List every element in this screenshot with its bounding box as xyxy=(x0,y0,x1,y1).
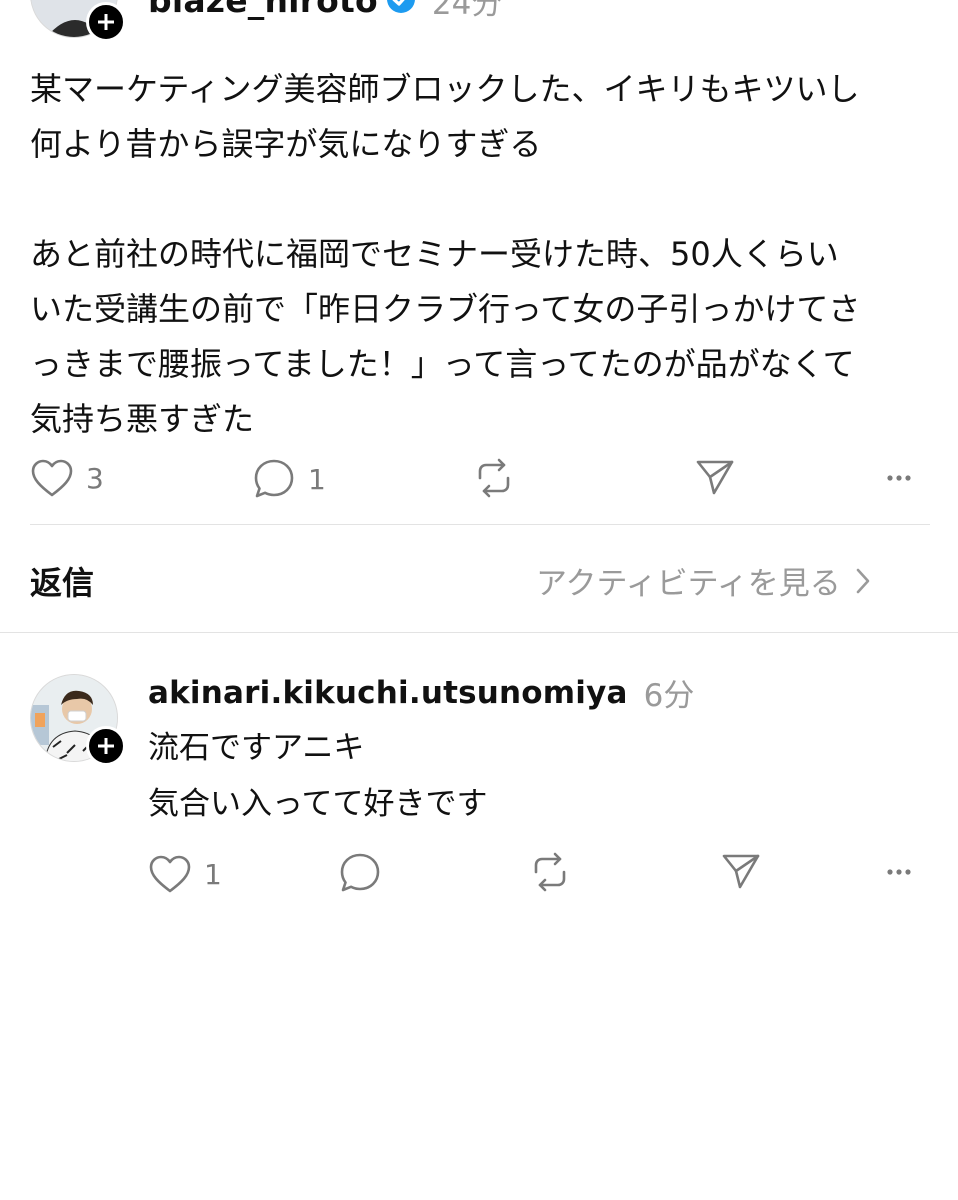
reply-repost-button[interactable] xyxy=(528,850,572,894)
like-button[interactable]: 3 xyxy=(30,458,104,498)
post-divider xyxy=(30,524,930,525)
replies-title: 返信 xyxy=(30,564,95,602)
send-icon xyxy=(696,460,734,495)
send-icon xyxy=(722,854,760,889)
reply-share-button[interactable] xyxy=(720,850,762,892)
post-line: 気持ち悪すぎた xyxy=(30,400,255,438)
reply-comment-button[interactable] xyxy=(338,852,382,894)
reply-body: 流石ですアニキ 気合い入ってて好きです xyxy=(148,720,487,832)
share-button[interactable] xyxy=(694,456,736,498)
heart-icon xyxy=(31,459,73,497)
reply-more-options-button[interactable] xyxy=(886,862,912,882)
post-line: 何より昔から誤字が気になりすぎる xyxy=(30,125,542,163)
view-activity-label: アクティビティを見る xyxy=(536,566,841,602)
reply-line: 気合い入ってて好きです xyxy=(148,786,488,822)
more-dots-icon xyxy=(887,475,911,481)
post-body: 某マーケティング美容師ブロックした、イキリもキツいし 何より昔から誤字が気になり… xyxy=(30,62,860,447)
plus-icon xyxy=(98,14,114,30)
repost-button[interactable] xyxy=(472,456,516,500)
post-line xyxy=(30,172,860,227)
more-options-button[interactable] xyxy=(886,468,912,488)
post-line: 某マーケティング美容師ブロックした、イキリもキツいし xyxy=(30,70,860,108)
reply-line: 流石ですアニキ xyxy=(148,730,365,766)
like-count: 3 xyxy=(86,461,104,495)
repost-icon xyxy=(534,852,566,892)
reply-count: 1 xyxy=(308,462,326,496)
post-line: いた受講生の前で「昨日クラブ行って女の子引っかけてさ xyxy=(30,290,861,328)
heart-icon xyxy=(149,855,191,893)
repost-icon xyxy=(478,458,510,498)
chevron-right-icon xyxy=(856,568,870,593)
follow-plus-button[interactable] xyxy=(86,726,126,766)
post-line: っきまで腰振ってました！」って言ってたのが品がなくて xyxy=(30,345,855,383)
follow-plus-button[interactable] xyxy=(86,2,126,42)
verified-badge-icon xyxy=(386,0,416,18)
reply-timestamp: 6分 xyxy=(643,678,695,714)
comment-bubble-icon xyxy=(340,853,380,892)
plus-icon xyxy=(98,738,114,754)
reply-username[interactable]: akinari.kikuchi.utsunomiya xyxy=(148,675,628,711)
reply-like-count: 1 xyxy=(204,857,222,891)
reply-like-button[interactable]: 1 xyxy=(148,854,222,894)
post-username[interactable]: blaze_hiroto xyxy=(148,0,378,20)
post-line: あと前社の時代に福岡でセミナー受けた時、50人くらい xyxy=(30,235,839,273)
view-activity-link[interactable]: アクティビティを見る xyxy=(536,558,871,603)
section-divider xyxy=(0,632,958,633)
post-timestamp: 24分 xyxy=(431,0,503,22)
comment-bubble-icon xyxy=(254,459,294,498)
reply-button[interactable]: 1 xyxy=(252,458,326,500)
more-dots-icon xyxy=(887,869,911,875)
